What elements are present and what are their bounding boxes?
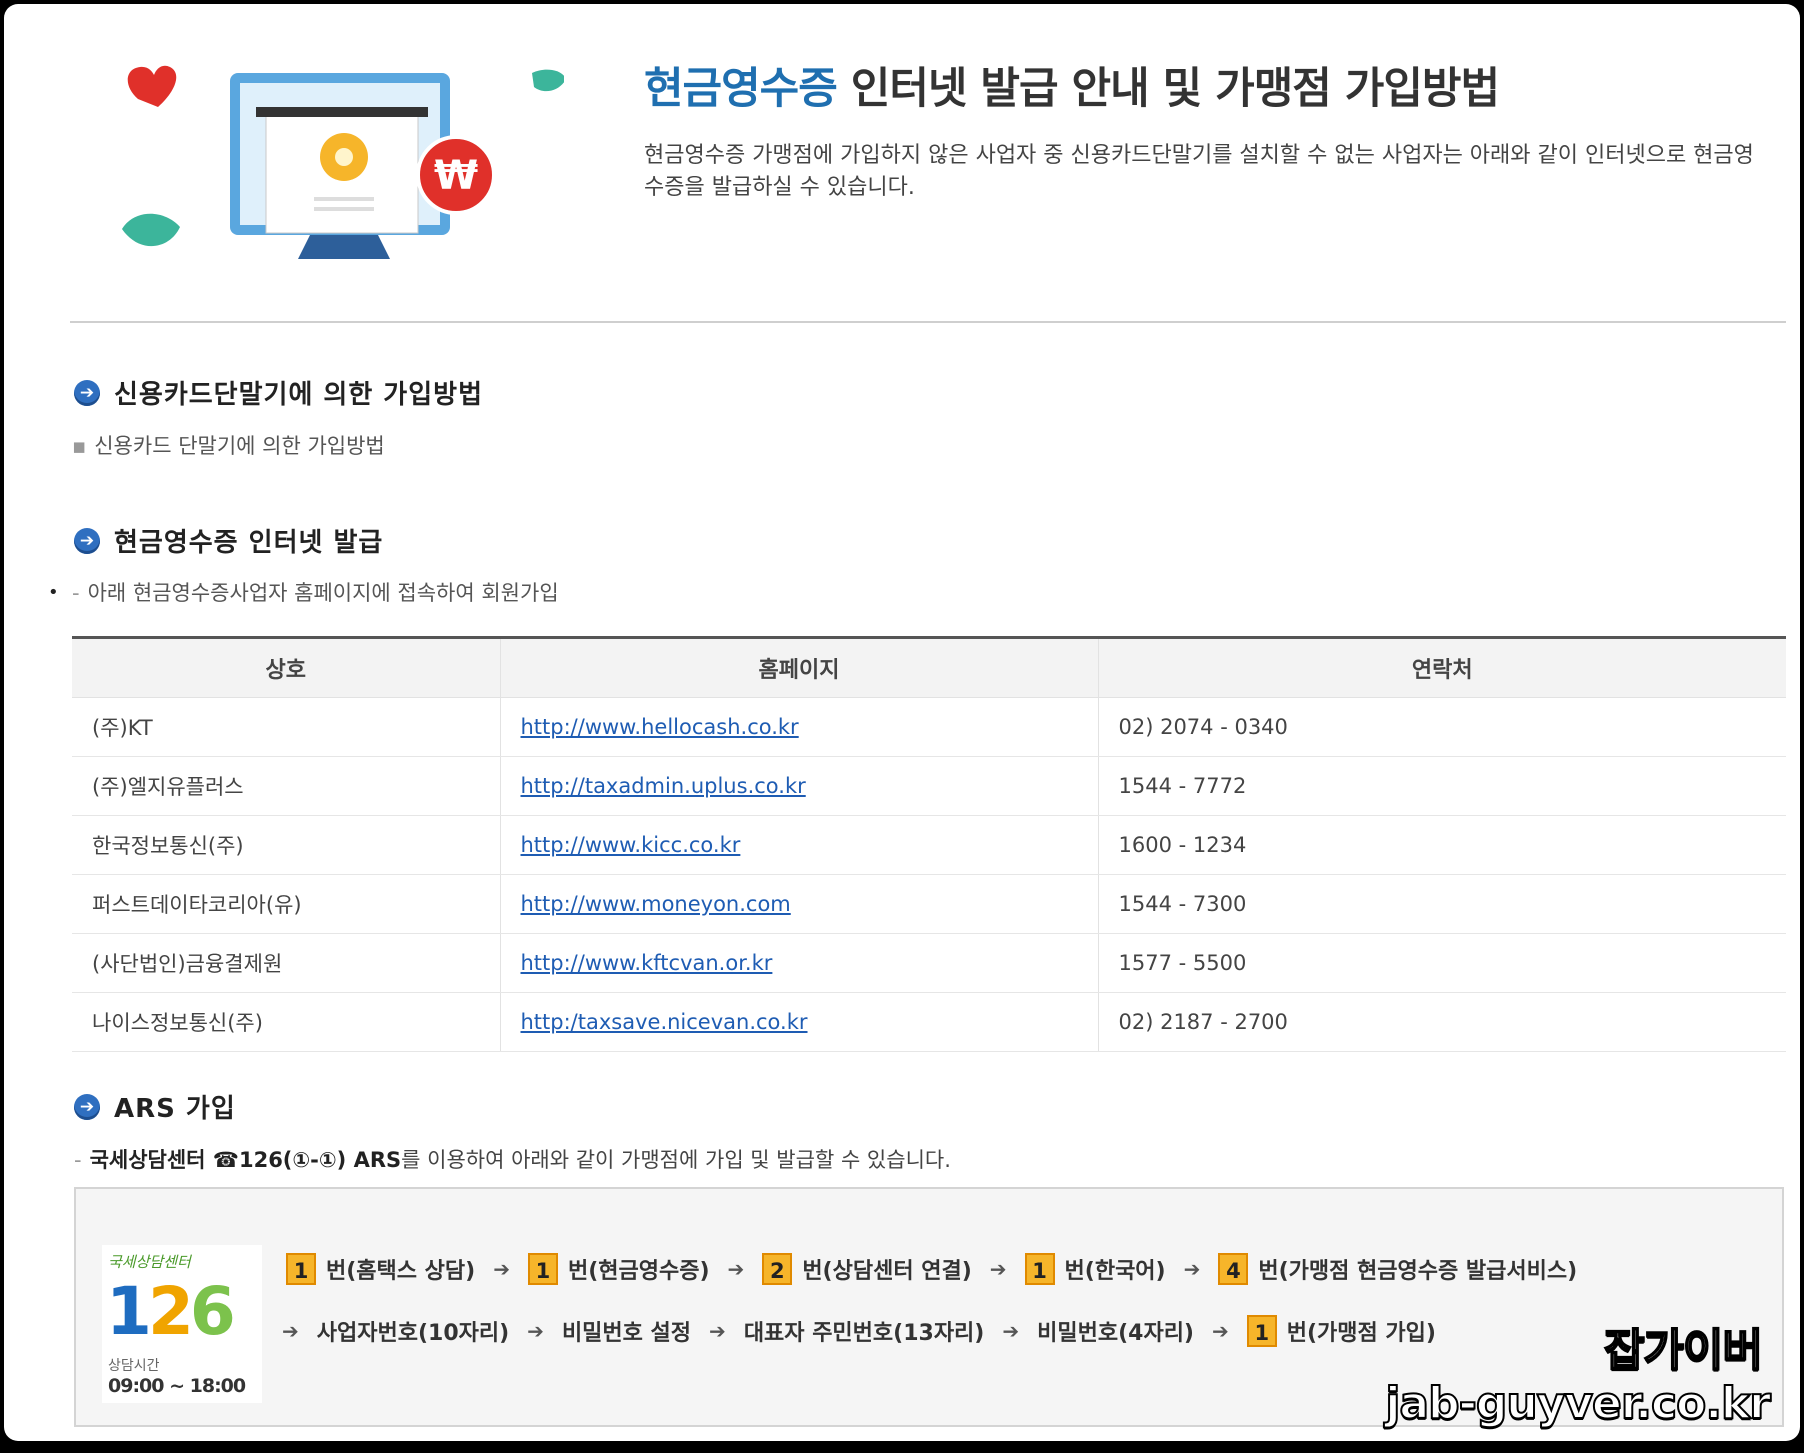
company-name: (주)엘지유플러스 <box>72 756 501 816</box>
arrow-circle-icon: ➔ <box>74 527 100 554</box>
ars-step: 4 번(가맹점 현금영수증 발급서비스) <box>1218 1253 1577 1285</box>
ars-step: 사업자번호(10자리) <box>316 1321 510 1346</box>
company-name: (주)KT <box>72 697 501 757</box>
leaf-icon <box>122 213 180 247</box>
divider <box>70 321 1786 323</box>
company-name: 나이스정보통신(주) <box>72 992 501 1052</box>
ars-description: - 국세상담센터 ☎126(①-①) ARS를 이용하여 아래와 같이 가맹점에 … <box>74 1148 951 1172</box>
svg-text:₩: ₩ <box>434 153 478 199</box>
column-header: 연락처 <box>1098 636 1786 698</box>
homepage-link[interactable]: http://www.kftcvan.or.kr <box>521 951 773 975</box>
table-row: (사단법인)금융결제원 http://www.kftcvan.or.kr 157… <box>72 933 1786 993</box>
arrow-right-icon: ➔ <box>493 1257 510 1281</box>
arrow-right-icon: ➔ <box>1183 1257 1201 1281</box>
arrow-right-icon: ➔ <box>989 1257 1007 1281</box>
ars-step: 비밀번호 설정 <box>561 1321 692 1346</box>
ars-step: 비밀번호(4자리) <box>1037 1321 1194 1346</box>
page-title: 현금영수증 인터넷 발급 안내 및 가맹점 가입방법 <box>644 54 1500 116</box>
ars-flow-row-1: 1 번(홈택스 상담) ➔ 1 번(현금영수증) ➔ 2 번(상담센터 연결) ➔ 1… <box>286 1253 1577 1285</box>
table-header-row: 상호 홈페이지 연락처 <box>72 636 1786 698</box>
arrow-right-icon: ➔ <box>1211 1319 1229 1343</box>
phone-number: 1600 - 1234 <box>1098 815 1786 875</box>
phone-number: 02) 2074 - 0340 <box>1098 697 1786 757</box>
table-row: (주)엘지유플러스 http://taxadmin.uplus.co.kr 15… <box>72 756 1786 816</box>
ars-step: 1 번(홈택스 상담) <box>286 1253 475 1285</box>
section-title: 신용카드단말기에 의한 가입방법 <box>114 380 483 410</box>
ars-step: 대표자 주민번호(13자리) <box>743 1321 985 1346</box>
page-frame: ₩ 현금영수증 인터넷 발급 안내 및 가맹점 가입방법 현금영수증 가맹점에 … <box>4 4 1800 1441</box>
company-name: (사단법인)금융결제원 <box>72 933 501 993</box>
ars-step: 1 번(현금영수증) <box>527 1253 710 1285</box>
homepage-link[interactable]: http://www.moneyon.com <box>521 892 791 916</box>
table-row: (주)KT http://www.hellocash.co.kr 02) 207… <box>72 697 1786 757</box>
arrow-right-icon: ➔ <box>527 1319 544 1343</box>
title-highlight: 현금영수증 <box>644 64 838 114</box>
column-header: 홈페이지 <box>500 636 1099 698</box>
table-row: 나이스정보통신(주) http:/taxsave.nicevan.co.kr 0… <box>72 992 1786 1052</box>
list-bullet: • <box>48 582 59 603</box>
ars-step: 1 번(가맹점 가입) <box>1246 1315 1436 1347</box>
company-name: 한국정보통신(주) <box>72 815 501 875</box>
intro-text: 현금영수증 가맹점에 가입하지 않은 사업자 중 신용카드단말기를 설치할 수 … <box>644 143 1754 200</box>
homepage-link[interactable]: http://taxadmin.uplus.co.kr <box>521 774 806 798</box>
arrow-right-icon: ➔ <box>727 1257 745 1281</box>
section-heading-ars: ➔ ARS 가입 <box>74 1088 236 1125</box>
title-rest: 인터넷 발급 안내 및 가맹점 가입방법 <box>836 64 1500 114</box>
section-heading-internet-issue: ➔ 현금영수증 인터넷 발급 <box>74 522 383 559</box>
table-row: 한국정보통신(주) http://www.kicc.co.kr 1600 - 1… <box>72 815 1786 875</box>
arrow-right-icon: ➔ <box>1002 1319 1020 1343</box>
section-title: 현금영수증 인터넷 발급 <box>114 528 384 558</box>
arrow-right-icon: ➔ <box>282 1319 299 1343</box>
table-row: 퍼스트데이타코리아(유) http://www.moneyon.com 1544… <box>72 874 1786 934</box>
homepage-link[interactable]: http://www.hellocash.co.kr <box>521 715 799 739</box>
tax-center-126-logo: 국세상담센터 126 상담시간 09:00 ~ 18:00 <box>102 1245 262 1403</box>
ars-flow-row-2: ➔ 사업자번호(10자리) ➔ 비밀번호 설정 ➔ 대표자 주민번호(13자리)… <box>282 1315 1436 1347</box>
column-header: 상호 <box>72 636 501 698</box>
heart-icon <box>127 65 177 107</box>
ars-step: 2 번(상담센터 연결) <box>762 1253 972 1285</box>
section-subtext: ▪ 신용카드 단말기에 의한 가입방법 <box>72 434 385 458</box>
phone-number: 1577 - 5500 <box>1098 933 1786 993</box>
section-heading-card-terminal: ➔ 신용카드단말기에 의한 가입방법 <box>74 374 483 411</box>
homepage-link[interactable]: http://www.kicc.co.kr <box>521 833 741 857</box>
watermark-name: 잡가이버 <box>1603 1324 1764 1377</box>
provider-table: 상호 홈페이지 연락처 (주)KT http://www.hellocash.c… <box>72 636 1786 1052</box>
company-name: 퍼스트데이타코리아(유) <box>72 874 501 934</box>
ars-step: 1 번(한국어) <box>1024 1253 1166 1285</box>
arrow-circle-icon: ➔ <box>74 379 100 406</box>
cash-receipt-illustration: ₩ <box>122 65 564 259</box>
phone-number: 1544 - 7300 <box>1098 874 1786 934</box>
phone-number: 02) 2187 - 2700 <box>1098 992 1786 1052</box>
homepage-link[interactable]: http:/taxsave.nicevan.co.kr <box>521 1010 808 1034</box>
section-subtext: - 아래 현금영수증사업자 홈페이지에 접속하여 회원가입 <box>72 581 559 605</box>
arrow-circle-icon: ➔ <box>74 1093 100 1120</box>
section-title: ARS 가입 <box>114 1094 236 1124</box>
watermark-url: jab-guyver.co.kr <box>1384 1377 1772 1430</box>
leaf-icon <box>532 69 564 92</box>
arrow-right-icon: ➔ <box>709 1319 726 1343</box>
phone-number: 1544 - 7772 <box>1098 756 1786 816</box>
